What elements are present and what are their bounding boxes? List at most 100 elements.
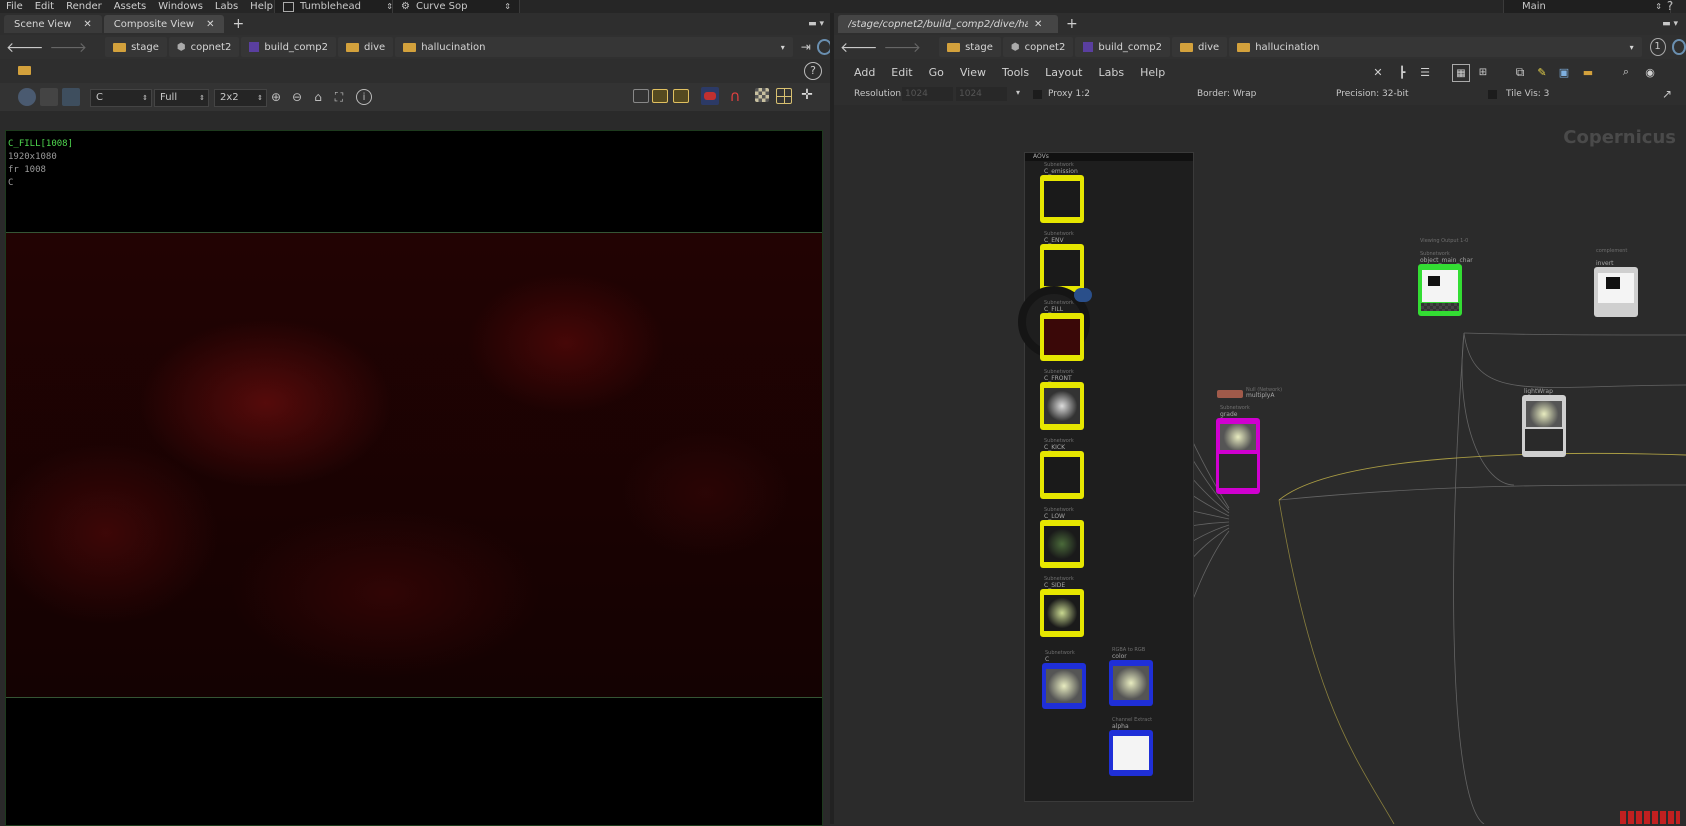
layout-single-icon[interactable] [633,89,649,103]
crumb-hallucination[interactable]: hallucination ▾ [395,37,793,57]
display-mode-icon[interactable] [18,88,36,106]
proxy-checkbox[interactable] [1033,90,1042,99]
network-canvas[interactable]: Copernicus AOVs Subnetwork C_emission Su… [834,105,1686,824]
dropdown-icon[interactable]: ▾ [781,43,785,52]
main-desktop-selector[interactable]: Main ⇕ [1503,0,1671,14]
menu-go[interactable]: Go [929,66,944,79]
node-lightwrap[interactable] [1522,395,1566,457]
sticky-note-icon[interactable]: ✎ [1534,64,1550,80]
tiles-select[interactable]: 2x2 ⇕ [214,89,267,107]
menu-help[interactable]: Help [1140,66,1165,79]
menu-render[interactable]: Render [60,1,108,12]
menu-assets[interactable]: Assets [108,1,153,12]
node-grade[interactable] [1216,418,1260,494]
menu-tools[interactable]: Tools [1002,66,1029,79]
add-tab-icon[interactable]: + [232,16,244,32]
crumb-stage[interactable]: stage [105,37,167,57]
network-box-icon[interactable]: ⧉ [1512,64,1528,80]
crumb-copnet2[interactable]: ⬢ copnet2 [168,37,240,57]
search-icon[interactable]: ⌕ [1618,64,1634,80]
grid-icon[interactable] [776,88,792,104]
resolution-dropdown-icon[interactable]: ▾ [1016,88,1020,97]
crumb-build-comp2[interactable]: build_comp2 [241,37,337,57]
radial-menu-blue-segment[interactable] [1074,288,1092,302]
node-c-env[interactable] [1040,244,1084,292]
crumb-dive[interactable]: dive [1172,37,1228,57]
crumb-stage[interactable]: stage [939,37,1001,57]
tab-composite-view[interactable]: Composite View ✕ [103,15,225,33]
back-arrow-icon[interactable]: 🡐 [840,39,878,56]
node-multiplya[interactable] [1217,390,1243,398]
layout-compare-icon[interactable] [673,89,689,103]
composite-viewport[interactable]: C_FILL[1008] 1920x1080 fr 1008 C [5,130,823,826]
node-c-front[interactable] [1040,382,1084,430]
page-number[interactable]: 1 [1649,38,1666,56]
forward-arrow-icon[interactable]: 🡒 [50,39,88,56]
menu-windows[interactable]: Windows [152,1,209,12]
tab-network-path[interactable]: /stage/copnet2/build_comp2/dive/hallucin… [838,15,1058,33]
info-icon[interactable]: i [356,89,372,105]
resolution-select[interactable]: Full ⇕ [154,89,209,107]
node-c-fill[interactable] [1040,313,1084,361]
tile-vis-checkbox[interactable] [1488,90,1497,99]
image-icon[interactable]: ▣ [1556,64,1572,80]
magnet-icon[interactable]: ∩ [726,87,744,105]
close-icon[interactable]: ✕ [1034,19,1042,30]
node-c-side[interactable] [1040,589,1084,637]
menu-add[interactable]: Add [854,66,875,79]
folder-icon[interactable]: ▬ [1580,64,1596,80]
layout-split-icon[interactable] [652,89,668,103]
crumb-hallucination[interactable]: hallucination ▾ [1229,37,1642,57]
menu-labs[interactable]: Labs [209,1,244,12]
pane-menu-icon[interactable]: ▬ ▾ [1662,19,1678,29]
render-icon[interactable] [701,87,719,105]
tab-scene-view[interactable]: Scene View ✕ [4,15,102,33]
node-color[interactable] [1109,660,1153,706]
tree-icon[interactable]: ┣ [1394,64,1410,80]
resolution-height[interactable]: 1024 [956,87,1007,101]
help-icon[interactable]: ? [1662,0,1678,14]
context-selector[interactable]: ⚙ Curve Sop ⇕ [392,0,520,14]
channel-select[interactable]: C ⇕ [90,89,152,107]
list-icon[interactable]: ☰ [1417,64,1433,80]
node-alpha[interactable] [1109,730,1153,776]
menu-labs[interactable]: Labs [1099,66,1125,79]
crumb-dive[interactable]: dive [338,37,394,57]
desktop-selector[interactable]: Tumblehead ⇕ [274,0,402,14]
folder-icon[interactable] [18,66,31,75]
add-tab-icon[interactable]: + [1066,16,1078,32]
wrench-icon[interactable]: ✕ [1370,64,1386,80]
node-c-emission[interactable] [1040,175,1084,223]
menu-view[interactable]: View [960,66,986,79]
menu-edit[interactable]: Edit [891,66,912,79]
grid-view-icon[interactable]: ▦ [1452,64,1470,82]
node-c-kick[interactable] [1040,451,1084,499]
pin-icon[interactable]: ⇥ [801,40,811,54]
fit-icon[interactable]: ⛶ [331,89,347,105]
eye-icon[interactable]: ◉ [1642,64,1658,80]
channel-display-icon[interactable] [62,88,80,106]
zoom-out-icon[interactable]: ⊖ [289,89,305,105]
close-icon[interactable]: ✕ [206,19,214,30]
link-icon[interactable] [1671,39,1686,55]
node-invert[interactable] [1594,267,1638,317]
precision-label[interactable]: Precision: 32-bit [1336,89,1409,99]
menu-file[interactable]: File [0,1,29,12]
border-label[interactable]: Border: Wrap [1197,89,1256,99]
crumb-copnet2[interactable]: ⬢ copnet2 [1002,37,1074,57]
help-icon[interactable]: ? [804,62,822,80]
crosshair-icon[interactable]: ✛ [798,87,816,105]
home-icon[interactable]: ⌂ [310,89,326,105]
list-view-icon[interactable]: ⊞ [1475,64,1491,80]
back-arrow-icon[interactable]: 🡐 [6,39,44,56]
menu-layout[interactable]: Layout [1045,66,1082,79]
crumb-build-comp2[interactable]: build_comp2 [1075,37,1171,57]
arrow-icon[interactable]: ↗ [1662,87,1672,101]
pane-menu-icon[interactable]: ▬ ▾ [808,19,824,29]
color-palette-swatches[interactable] [1620,811,1680,824]
close-icon[interactable]: ✕ [83,19,91,30]
resolution-width[interactable]: 1024 [902,87,953,101]
checker-icon[interactable] [755,88,769,102]
settings-icon[interactable] [40,88,58,106]
zoom-in-icon[interactable]: ⊕ [268,89,284,105]
